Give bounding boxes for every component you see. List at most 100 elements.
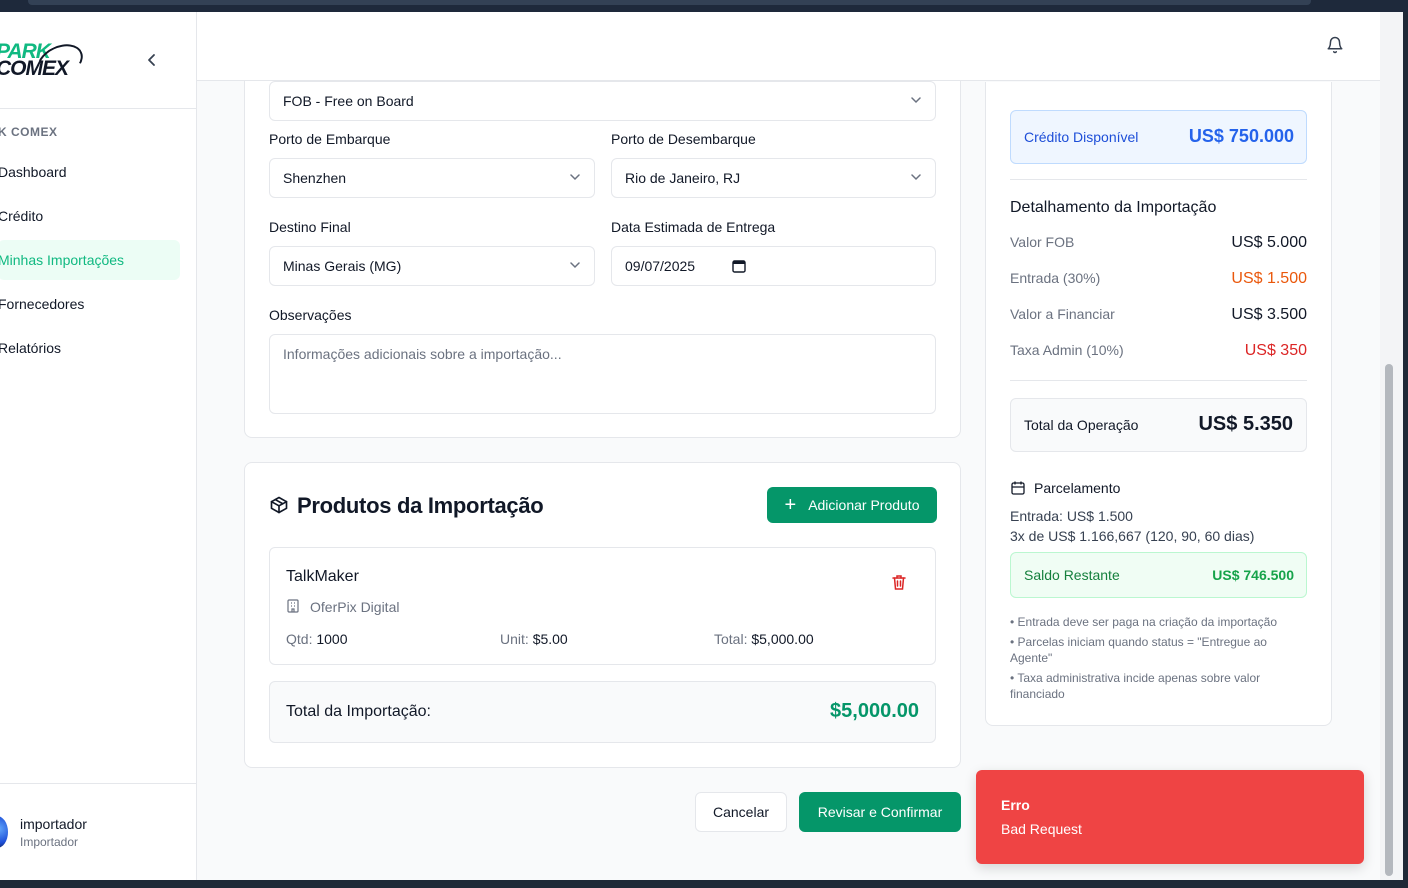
produto-item: TalkMaker OferPix Digital Qtd: 1000 Unit… (269, 547, 936, 665)
qtd-label: Qtd: (286, 631, 313, 647)
produto-supplier: OferPix Digital (310, 599, 400, 615)
qtd-value: 1000 (316, 631, 348, 647)
destino-final-label: Destino Final (269, 219, 351, 235)
browser-top-strip (0, 0, 1408, 12)
unit-value: $5.00 (532, 631, 568, 647)
sidebar-item-label: Dashboard (0, 164, 67, 180)
sidebar-item-fornecedores[interactable]: Fornecedores (0, 284, 180, 324)
sidebar-nav: Dashboard Crédito Minhas Importações For… (0, 152, 180, 372)
data-entrega-input[interactable]: 09/07/2025 (611, 246, 936, 286)
divider (1010, 380, 1307, 381)
package-icon (270, 496, 288, 514)
chevron-down-icon (911, 97, 921, 104)
parcelamento-parcelas: 3x de US$ 1.166,667 (120, 90, 60 dias) (1010, 528, 1255, 544)
destino-final-value: Minas Gerais (MG) (283, 258, 402, 274)
sidebar-item-label: Minhas Importações (0, 252, 125, 268)
observacoes-label: Observações (269, 307, 352, 323)
chevron-down-icon (570, 262, 580, 269)
total-importacao-value: $5,000.00 (830, 700, 919, 722)
porto-embarque-value: Shenzhen (283, 170, 347, 186)
import-details-card: FOB - Free on Board Porto de Embarque Sh… (244, 32, 961, 438)
produtos-card: Produtos da Importação + Adicionar Produ… (244, 462, 961, 768)
calendar-icon[interactable] (732, 259, 746, 273)
address-bar[interactable] (28, 0, 1311, 5)
divider (1010, 179, 1307, 180)
porto-desembarque-label: Porto de Desembarque (611, 131, 756, 147)
credit-value: US$ 750.000 (1188, 126, 1294, 146)
trash-icon[interactable] (892, 574, 906, 590)
total-importacao-box: Total da Importação: $5,000.00 (269, 681, 936, 743)
credit-label: Crédito Disponível (1024, 129, 1139, 145)
user-role: Importador (20, 835, 79, 849)
add-produto-label: Adicionar Produto (808, 497, 920, 513)
produto-unit: Unit: $5.00 (500, 631, 568, 647)
calendar-icon (1011, 481, 1025, 495)
note-item: • Parcelas iniciam quando status = "Entr… (1010, 635, 1267, 665)
row-label: Valor a Financiar (1010, 306, 1115, 322)
saldo-label: Saldo Restante (1024, 567, 1120, 583)
total-operacao-box: Total da Operação US$ 5.350 (1010, 398, 1307, 452)
row-value: US$ 1.500 (1231, 270, 1307, 287)
porto-embarque-select[interactable]: Shenzhen (269, 158, 595, 198)
total-label: Total: (714, 631, 748, 647)
scrollbar[interactable] (1380, 12, 1403, 880)
collapse-sidebar-button[interactable] (142, 50, 162, 70)
detail-title: Detalhamento da Importação (1010, 199, 1217, 216)
total-importacao-label: Total da Importação: (286, 703, 431, 720)
data-entrega-value: 09/07/2025 (625, 258, 696, 274)
sidebar-user-divider (0, 783, 197, 784)
add-produto-button[interactable]: + Adicionar Produto (767, 487, 937, 523)
saldo-value: US$ 746.500 (1212, 567, 1294, 583)
row-valor-financiar: Valor a Financiar US$ 3.500 (1010, 306, 1307, 324)
sidebar-item-minhas-importacoes[interactable]: Minhas Importações (0, 240, 180, 280)
porto-desembarque-value: Rio de Janeiro, RJ (625, 170, 741, 186)
avatar[interactable] (0, 816, 8, 848)
produto-qtd: Qtd: 1000 (286, 631, 348, 647)
logo: PARK COMEX (0, 37, 89, 87)
parcelamento-entrada: Entrada: US$ 1.500 (1010, 508, 1133, 524)
note-item: • Taxa administrativa incide apenas sobr… (1010, 671, 1261, 701)
row-label: Entrada (30%) (1010, 270, 1101, 286)
confirm-button[interactable]: Revisar e Confirmar (799, 792, 961, 832)
credit-available-box: Crédito Disponível US$ 750.000 (1010, 110, 1307, 164)
produtos-title: Produtos da Importação (297, 493, 544, 518)
produto-name: TalkMaker (286, 568, 359, 585)
toast-title: Erro (1001, 797, 1030, 813)
unit-label: Unit: (500, 631, 529, 647)
total-value: $5,000.00 (751, 631, 814, 647)
total-operacao-value: US$ 5.350 (1198, 413, 1293, 435)
row-value: US$ 5.000 (1231, 234, 1307, 251)
parcelamento-title: Parcelamento (1034, 480, 1121, 496)
chevron-down-icon (911, 174, 921, 181)
plus-icon: + (784, 494, 797, 516)
porto-embarque-label: Porto de Embarque (269, 131, 391, 147)
total-operacao-label: Total da Operação (1024, 417, 1139, 433)
cancel-button[interactable]: Cancelar (695, 792, 787, 832)
sidebar-item-credito[interactable]: Crédito (0, 196, 180, 236)
financial-preview-card: Crédito Disponível US$ 750.000 Detalhame… (985, 82, 1332, 726)
bell-icon[interactable] (1326, 36, 1344, 54)
user-name: importador (20, 816, 87, 832)
sidebar-item-label: Fornecedores (0, 296, 85, 312)
sidebar-item-dashboard[interactable]: Dashboard (0, 152, 180, 192)
observacoes-placeholder: Informações adicionais sobre a importaçã… (283, 346, 562, 362)
error-toast[interactable]: Erro Bad Request (976, 770, 1364, 864)
top-header (197, 12, 1380, 81)
app-window: PARK COMEX K COMEX Dashboard Crédito Min… (0, 12, 1380, 880)
chevron-left-icon (148, 54, 155, 66)
scrollbar-thumb[interactable] (1385, 364, 1393, 876)
sidebar-section-label: K COMEX (0, 125, 58, 139)
observacoes-textarea[interactable]: Informações adicionais sobre a importaçã… (269, 334, 936, 414)
sidebar-item-relatorios[interactable]: Relatórios (0, 328, 180, 368)
sidebar-item-label: Relatórios (0, 340, 62, 356)
note-item: • Entrada deve ser paga na criação da im… (1010, 615, 1278, 629)
sidebar-item-label: Crédito (0, 208, 44, 224)
toast-message: Bad Request (1001, 821, 1082, 837)
data-entrega-label: Data Estimada de Entrega (611, 219, 776, 235)
window-bottom-edge (0, 880, 1408, 888)
chevron-down-icon (570, 174, 580, 181)
incoterm-select[interactable]: FOB - Free on Board (269, 81, 936, 121)
porto-desembarque-select[interactable]: Rio de Janeiro, RJ (611, 158, 936, 198)
destino-final-select[interactable]: Minas Gerais (MG) (269, 246, 595, 286)
panel-notes: • Entrada deve ser paga na criação da im… (1010, 614, 1300, 706)
